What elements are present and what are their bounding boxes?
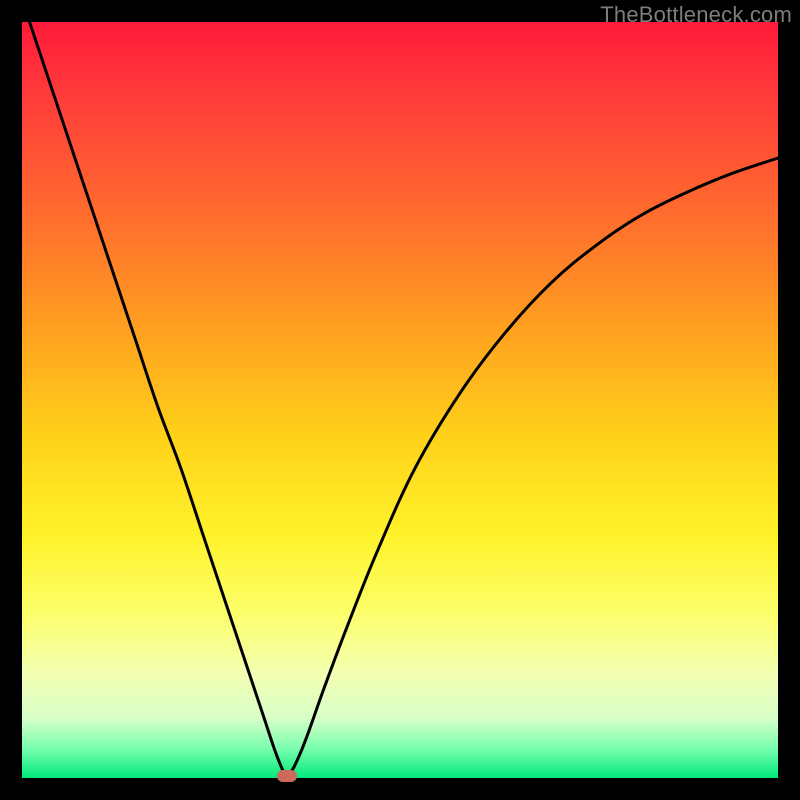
right-branch-path [287, 158, 778, 778]
curve-svg [22, 22, 778, 778]
chart-frame: TheBottleneck.com [0, 0, 800, 800]
plot-area [22, 22, 778, 778]
minimum-marker [277, 770, 297, 782]
left-branch-path [30, 22, 287, 778]
